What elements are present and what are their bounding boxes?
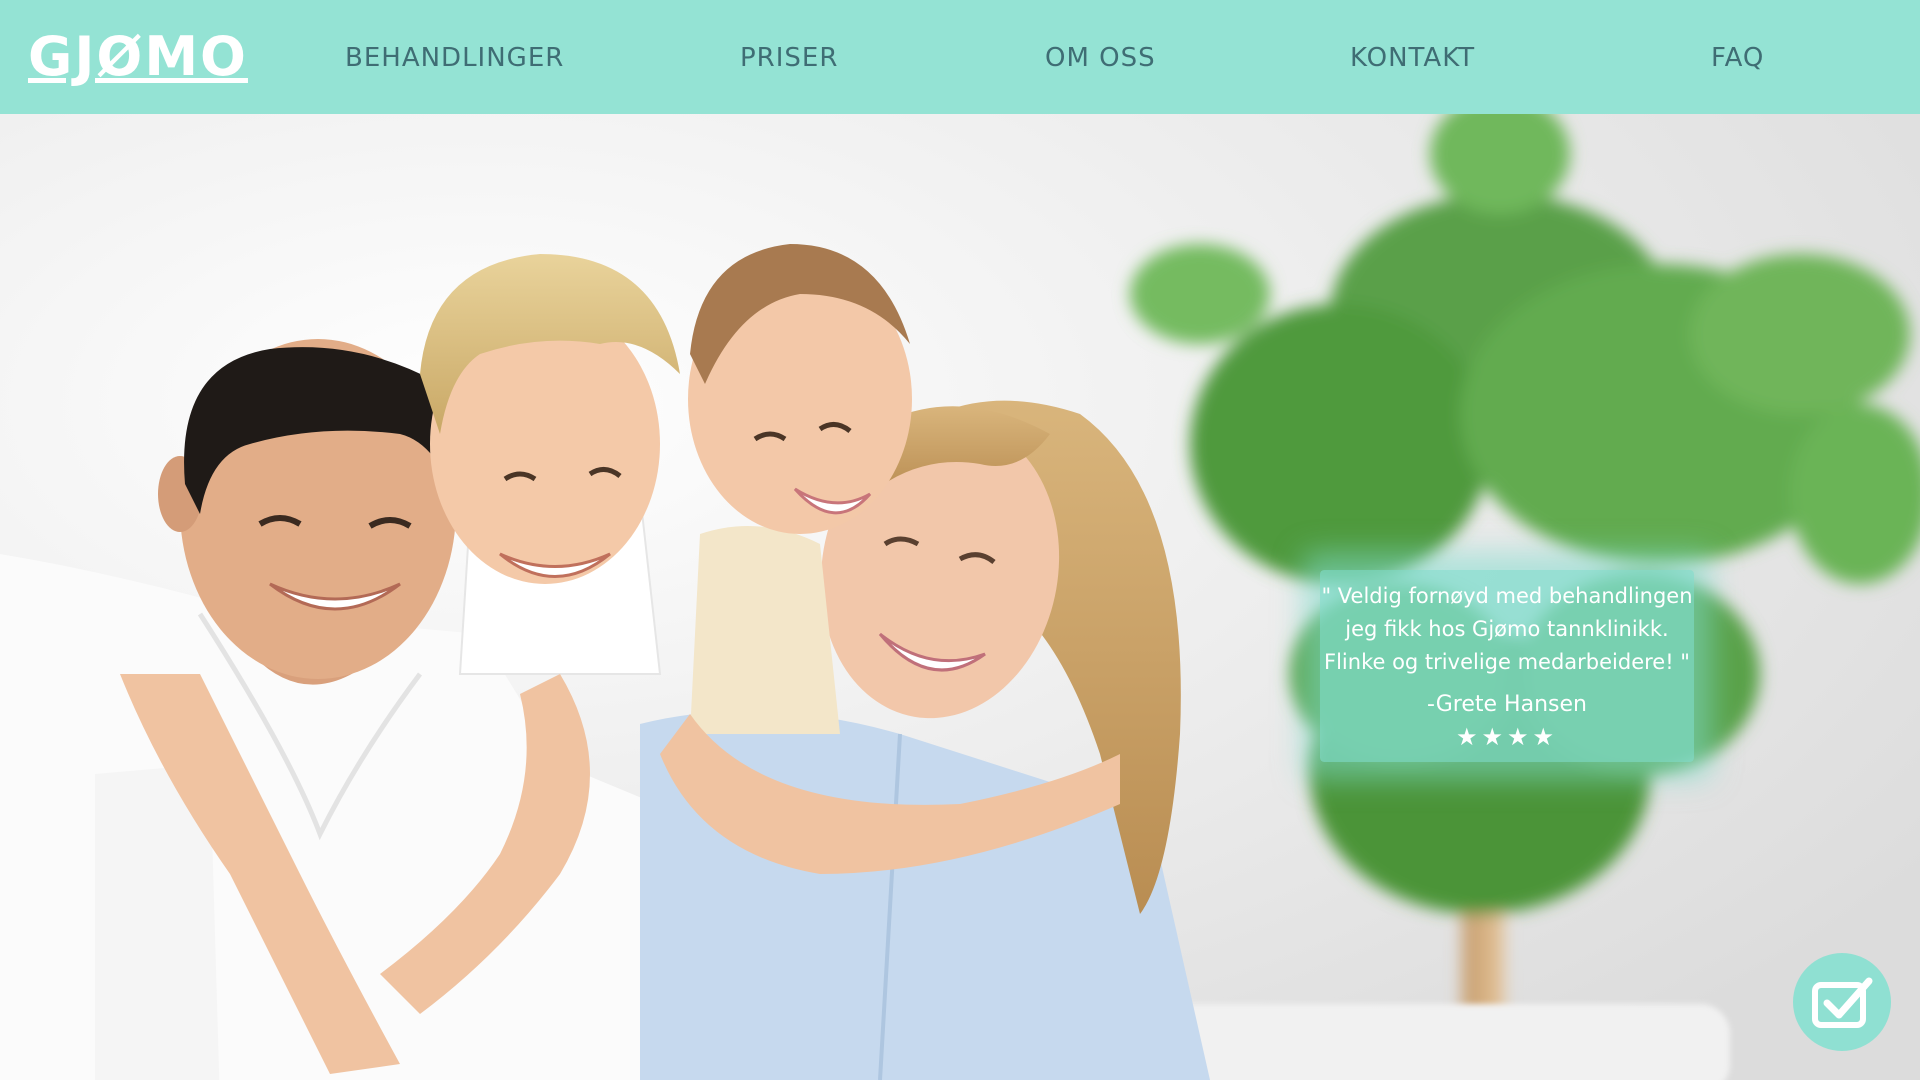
checkbox-check-button[interactable]: [1793, 953, 1891, 1051]
nav-link-om-oss[interactable]: OM OSS: [1045, 40, 1156, 76]
testimonial-author: -Grete Hansen: [1427, 692, 1587, 717]
nav-link-behandlinger[interactable]: BEHANDLINGER: [345, 40, 564, 76]
nav-link-kontakt[interactable]: KONTAKT: [1350, 40, 1475, 76]
rating-stars-icon: ★★★★: [1455, 723, 1559, 751]
nav-link-priser[interactable]: PRISER: [740, 40, 838, 76]
testimonial-card: " Veldig fornøyd med behandlingen jeg fi…: [1320, 570, 1694, 762]
nav-link-faq[interactable]: FAQ: [1711, 40, 1764, 76]
site-logo[interactable]: GJØMO: [28, 28, 248, 86]
hero-section: " Veldig fornøyd med behandlingen jeg fi…: [0, 114, 1920, 1080]
testimonial-quote: " Veldig fornøyd med behandlingen jeg fi…: [1320, 570, 1694, 679]
testimonial-line-1: " Veldig fornøyd med behandlingen: [1321, 584, 1693, 608]
site-header: GJØMO BEHANDLINGER PRISER OM OSS KONTAKT…: [0, 0, 1920, 114]
testimonial-line-2: jeg fikk hos Gjømo tannklinikk.: [1345, 617, 1669, 641]
logo-text: GJØMO: [28, 25, 248, 88]
testimonial-line-3: Flinke og trivelige medarbeidere! ": [1324, 650, 1690, 674]
checkbox-check-icon: [1812, 977, 1873, 1028]
